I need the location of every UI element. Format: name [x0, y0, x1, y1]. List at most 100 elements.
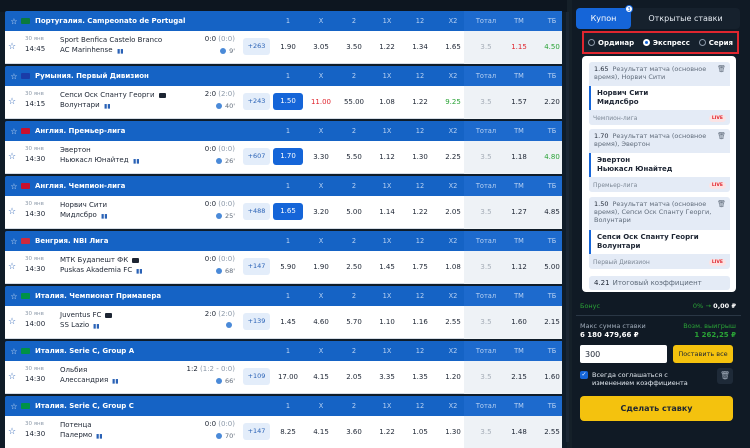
league-header[interactable]: ☆ Англия. Премьер-лига 1 X 2 1X 12 X2 Тотал ТМ ТБ — [5, 121, 562, 141]
odd-button[interactable]: 3.35 — [372, 361, 402, 394]
star-icon[interactable]: ☆ — [7, 347, 21, 356]
star-icon[interactable]: ☆ — [8, 427, 16, 437]
league-header[interactable]: ☆ Италия. Чемпионат Примавера 1 X 2 1X 12 X2 Тот… — [5, 286, 562, 306]
odd-button[interactable]: 2.15 — [537, 306, 567, 339]
stake-all-button[interactable]: Поставить все — [673, 345, 733, 363]
odd-button[interactable]: 1.90 — [273, 31, 303, 64]
agree-odds-change[interactable]: ✓ Всегда соглашаться с изменением коэффиц… — [580, 371, 697, 387]
team-home[interactable]: Потенца — [60, 421, 92, 429]
odd-button[interactable]: 5.00 — [339, 196, 369, 229]
odd-button[interactable]: 1.22 — [405, 196, 435, 229]
odd-button[interactable]: 1.60 — [504, 306, 534, 339]
odd-button[interactable]: 1.45 — [372, 251, 402, 284]
odd-button[interactable]: 5.50 — [339, 141, 369, 174]
odd-button[interactable]: 2.05 — [339, 361, 369, 394]
league-header[interactable]: ☆ Румыния. Первый Дивизион 1 X 2 1X 12 X2 Тотал Т… — [5, 66, 562, 86]
odd-button[interactable]: 11.00 — [306, 86, 336, 119]
match-row[interactable]: ☆ 30 янв 14:15 Сепси Оск Спанту Георги Волун… — [5, 86, 562, 119]
odd-button[interactable]: 1.15 — [504, 31, 534, 64]
delete-bet-icon[interactable]: 🗑 — [717, 132, 726, 140]
team-away[interactable]: Алессандрия — [60, 376, 108, 384]
clear-coupon-button[interactable]: 🗑 — [717, 368, 733, 384]
odd-button[interactable]: 1.48 — [504, 416, 534, 448]
odd-button[interactable]: 1.22 — [405, 86, 435, 119]
league-header[interactable]: ☆ Англия. Чемпион-лига 1 X 2 1X 12 X2 Тотал ТМ ТБ — [5, 176, 562, 196]
odd-button[interactable]: 1.20 — [438, 361, 468, 394]
match-row[interactable]: ☆ 30 янв 14:30 Норвич Сити Мидлсбро 0:0 (0:0)… — [5, 196, 562, 229]
odd-button[interactable]: 5.00 — [537, 251, 567, 284]
star-icon[interactable]: ☆ — [8, 262, 16, 272]
tab-open-bets[interactable]: Открытые ставки — [631, 8, 740, 29]
tv-icon[interactable] — [159, 93, 166, 98]
scrollbar[interactable] — [566, 12, 569, 442]
star-icon[interactable]: ☆ — [7, 402, 21, 411]
more-markets-button[interactable]: +109 — [243, 368, 270, 385]
odd-button[interactable]: 2.20 — [537, 86, 567, 119]
odd-button[interactable]: 3.50 — [339, 31, 369, 64]
team-away[interactable]: AC Marinhense — [60, 46, 113, 54]
more-markets-button[interactable]: +147 — [243, 258, 270, 275]
odd-button[interactable]: 4.15 — [306, 416, 336, 448]
odd-button[interactable]: 1.14 — [372, 196, 402, 229]
team-away[interactable]: Палермо — [60, 431, 92, 439]
odd-button[interactable]: 1.65 — [438, 31, 468, 64]
stats-icon[interactable]: ▮▮ — [96, 433, 103, 440]
odd-button[interactable]: 3.05 — [306, 31, 336, 64]
bet-item[interactable]: 1.65 Результат матча (основное время), Но… — [589, 62, 730, 125]
star-icon[interactable]: ☆ — [7, 127, 21, 136]
odd-button[interactable]: 1.05 — [405, 416, 435, 448]
odd-button[interactable]: 4.85 — [537, 196, 567, 229]
team-away[interactable]: SS Lazio — [60, 321, 89, 329]
odd-button[interactable]: 1.45 — [273, 306, 303, 339]
more-markets-button[interactable]: +263 — [243, 38, 270, 55]
stake-input[interactable] — [580, 345, 667, 363]
tv-icon[interactable] — [132, 258, 139, 263]
odd-button[interactable]: 1.10 — [372, 306, 402, 339]
match-row[interactable]: ☆ 30 янв 14:30 Эвертон Ньюкасл Юнайтед 0:0 (0… — [5, 141, 562, 174]
tv-icon[interactable] — [105, 313, 112, 318]
odd-button[interactable]: 1.57 — [504, 86, 534, 119]
star-icon[interactable]: ☆ — [8, 42, 16, 52]
odd-button[interactable]: 3.20 — [306, 196, 336, 229]
delete-bet-icon[interactable]: 🗑 — [717, 65, 726, 73]
odd-button[interactable]: 3.60 — [339, 416, 369, 448]
odd-button[interactable]: 1.90 — [306, 251, 336, 284]
odd-button[interactable]: 17.00 — [273, 361, 303, 394]
odd-button[interactable]: 1.65 — [273, 203, 303, 220]
odd-button[interactable]: 1.12 — [504, 251, 534, 284]
more-markets-button[interactable]: +488 — [243, 203, 270, 220]
odd-button[interactable]: 3.30 — [306, 141, 336, 174]
odd-button[interactable]: 1.18 — [504, 141, 534, 174]
odd-button[interactable]: 2.55 — [537, 416, 567, 448]
odd-button[interactable]: 1.27 — [504, 196, 534, 229]
more-markets-button[interactable]: +147 — [243, 423, 270, 440]
odd-button[interactable]: 2.15 — [504, 361, 534, 394]
team-home[interactable]: Juventus FC — [60, 311, 101, 319]
odd-button[interactable]: 2.25 — [438, 141, 468, 174]
odd-button[interactable]: 55.00 — [339, 86, 369, 119]
stats-icon[interactable]: ▮▮ — [136, 268, 143, 275]
odd-button[interactable]: 9.25 — [438, 86, 468, 119]
delete-bet-icon[interactable]: 🗑 — [717, 200, 726, 208]
odd-button[interactable]: 1.60 — [537, 361, 567, 394]
team-home[interactable]: Сепси Оск Спанту Георги — [60, 91, 155, 99]
match-row[interactable]: ☆ 30 янв 14:00 Juventus FC SS Lazio 2:0 (2:0)… — [5, 306, 562, 339]
odd-button[interactable]: 1.12 — [372, 141, 402, 174]
odd-button[interactable]: 5.90 — [273, 251, 303, 284]
odd-button[interactable]: 8.25 — [273, 416, 303, 448]
checkbox-checked-icon[interactable]: ✓ — [580, 371, 588, 379]
star-icon[interactable]: ☆ — [8, 372, 16, 382]
match-row[interactable]: ☆ 30 янв 14:30 Ольбия Алессандрия 1:2 (1:2 - … — [5, 361, 562, 394]
tab-coupon[interactable]: Купон 3 — [576, 5, 633, 29]
more-markets-button[interactable]: +139 — [243, 313, 270, 330]
odd-button[interactable]: 2.50 — [339, 251, 369, 284]
stats-icon[interactable]: ▮▮ — [112, 378, 119, 385]
team-home[interactable]: Эвертон — [60, 146, 91, 154]
odd-button[interactable]: 4.80 — [537, 141, 567, 174]
team-home[interactable]: МТК Будапешт ФК — [60, 256, 128, 264]
star-icon[interactable]: ☆ — [7, 17, 21, 26]
odd-button[interactable]: 1.70 — [273, 148, 303, 165]
stats-icon[interactable]: ▮▮ — [101, 213, 108, 220]
odd-button[interactable]: 1.30 — [438, 416, 468, 448]
odd-button[interactable]: 4.15 — [306, 361, 336, 394]
